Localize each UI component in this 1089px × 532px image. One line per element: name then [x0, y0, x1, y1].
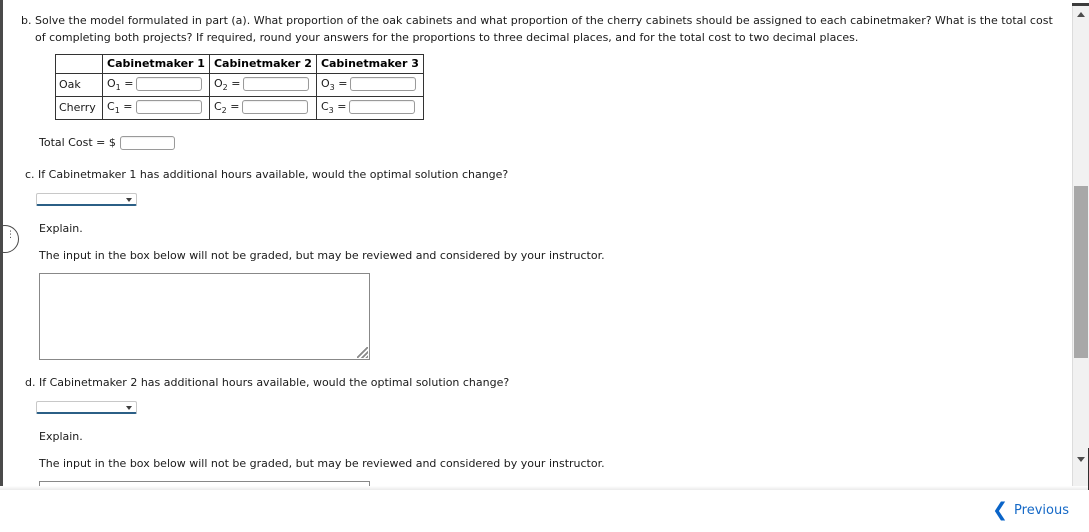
previous-button-label: Previous	[1014, 502, 1069, 518]
table-corner-cell	[55, 54, 103, 74]
question-d-marker: d.	[25, 376, 36, 389]
input-o2[interactable]	[243, 77, 310, 91]
cell-oak-cabinetmaker-2: O2 =	[208, 72, 317, 98]
chevron-left-icon: ❮	[992, 498, 1009, 521]
input-c3[interactable]	[349, 100, 416, 115]
question-b-body: Solve the model formulated in part (a). …	[35, 14, 1053, 44]
table-row-oak: Oak O1 = O2 = O3 =	[55, 72, 424, 98]
table-row-cherry: Cherry C1 = C2 = C3 =	[55, 96, 424, 121]
var-label-c2: C2 =	[213, 100, 240, 116]
question-content-pane: b. Solve the model formulated in part (a…	[3, 3, 1066, 487]
question-d-body: If Cabinetmaker 2 has additional hours a…	[38, 376, 510, 389]
scrollbar-thumb[interactable]	[1074, 186, 1088, 358]
table-header-row: Cabinetmaker 1 Cabinetmaker 2 Cabinetmak…	[55, 54, 424, 74]
row-header-oak: Oak	[55, 72, 103, 98]
question-d-text: d. If Cabinetmaker 2 has additional hour…	[25, 376, 509, 389]
cell-oak-cabinetmaker-3: O3 =	[315, 72, 424, 98]
dropdown-question-d[interactable]	[36, 401, 137, 414]
chevron-down-icon	[126, 406, 132, 410]
total-cost-label: Total Cost = $	[39, 136, 116, 149]
question-c-text: c. If Cabinetmaker 1 has additional hour…	[25, 168, 508, 181]
vertical-ellipsis-icon: ⋮	[6, 230, 15, 240]
var-label-c3: C3 =	[320, 100, 347, 116]
question-c-marker: c.	[25, 168, 35, 181]
assignment-table: Cabinetmaker 1 Cabinetmaker 2 Cabinetmak…	[55, 54, 424, 121]
ungraded-notice-d: The input in the box below will not be g…	[39, 457, 605, 470]
cell-oak-cabinetmaker-1: O1 =	[102, 72, 210, 98]
page-scrollbar[interactable]	[1072, 3, 1089, 490]
input-o1[interactable]	[136, 77, 203, 91]
dropdown-question-c[interactable]	[36, 193, 137, 206]
scroll-down-button[interactable]	[1073, 452, 1089, 468]
cell-cherry-cabinetmaker-1: C1 =	[102, 96, 210, 121]
input-c1[interactable]	[135, 100, 202, 115]
cell-cherry-cabinetmaker-2: C2 =	[208, 96, 317, 121]
input-c2[interactable]	[242, 100, 309, 115]
resize-handle-icon[interactable]	[357, 347, 368, 358]
triangle-down-icon	[1077, 457, 1085, 462]
column-header-cabinetmaker-3: Cabinetmaker 3	[315, 54, 424, 74]
assignment-page: b. Solve the model formulated in part (a…	[0, 0, 1089, 532]
total-cost-row: Total Cost = $	[39, 136, 175, 150]
explain-label-c: Explain.	[39, 222, 83, 235]
input-o3[interactable]	[350, 77, 417, 91]
var-label-o2: O2 =	[213, 77, 241, 93]
var-label-o3: O3 =	[320, 77, 348, 93]
answer-textarea-c[interactable]	[39, 273, 370, 360]
row-header-cherry: Cherry	[55, 96, 103, 121]
question-c-body: If Cabinetmaker 1 has additional hours a…	[38, 168, 509, 181]
scrollbar-top-nub	[1072, 3, 1089, 6]
ungraded-notice-c: The input in the box below will not be g…	[39, 249, 605, 262]
var-label-c1: C1 =	[107, 100, 133, 116]
question-b-text-block: b. Solve the model formulated in part (a…	[21, 12, 1061, 46]
triangle-up-icon	[1077, 12, 1085, 17]
explain-label-d: Explain.	[39, 430, 83, 443]
scroll-up-button[interactable]	[1073, 7, 1089, 23]
previous-button[interactable]: ❮ Previous	[992, 498, 1069, 522]
cell-cherry-cabinetmaker-3: C3 =	[315, 96, 424, 121]
input-total-cost[interactable]	[119, 136, 175, 150]
footer-bar: ❮ Previous	[0, 486, 1089, 532]
column-header-cabinetmaker-2: Cabinetmaker 2	[208, 54, 317, 74]
chevron-down-icon	[126, 198, 132, 202]
column-header-cabinetmaker-1: Cabinetmaker 1	[102, 54, 210, 74]
var-label-o1: O1 =	[107, 77, 134, 93]
question-b-marker: b.	[21, 14, 32, 27]
panel-toggle-handle[interactable]: ⋮	[3, 225, 19, 253]
